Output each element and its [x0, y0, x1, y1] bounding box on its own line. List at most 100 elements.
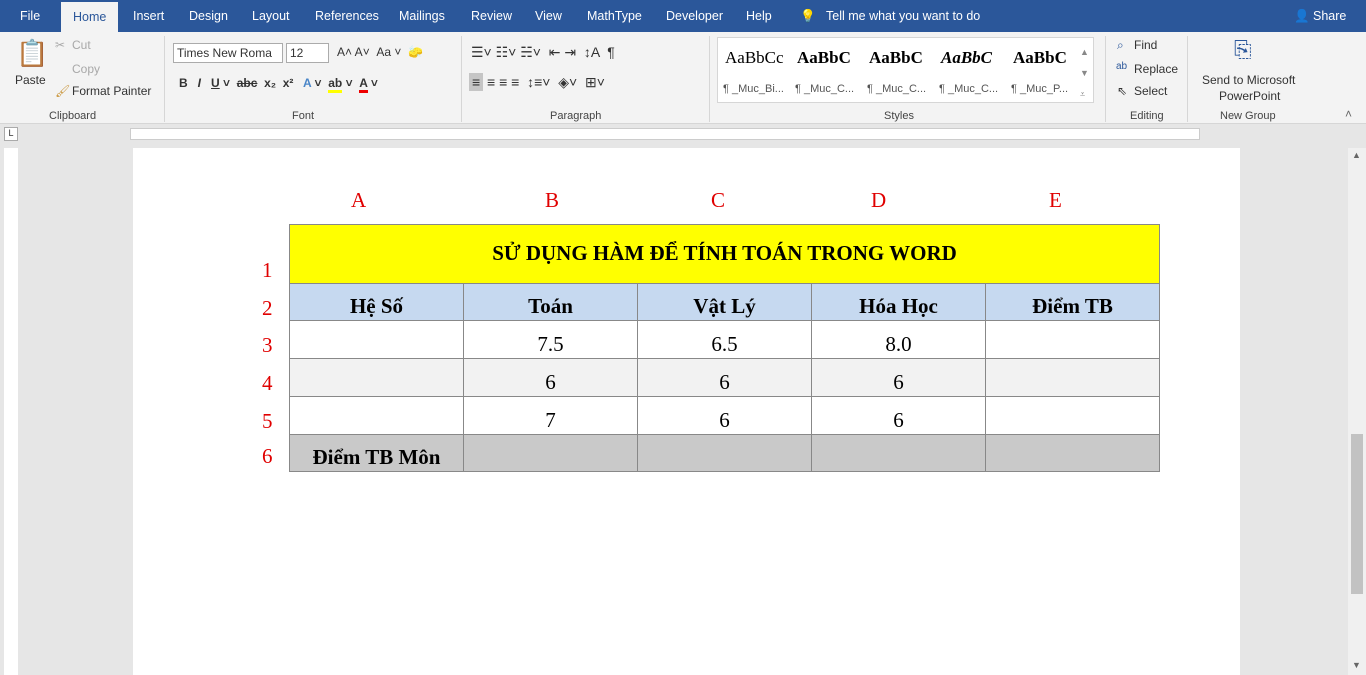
- paragraph-group-label: Paragraph: [550, 110, 602, 122]
- table-row: 7 6 6: [289, 396, 1160, 435]
- format-painter-icon: 🖌: [55, 84, 71, 98]
- style-label: ¶ _Muc_C...: [867, 83, 927, 95]
- cell[interactable]: 6: [637, 358, 812, 397]
- cell[interactable]: [289, 320, 464, 359]
- style-preview[interactable]: AaBbC: [1013, 48, 1067, 68]
- style-label: ¶ _Muc_P...: [1011, 83, 1069, 95]
- header-cell[interactable]: Hóa Học: [811, 283, 986, 321]
- format-buttons[interactable]: B I U ˅ abc x₂ x² A ˅ ab ˅ A ˅: [179, 76, 378, 93]
- table-header-row: Hệ Số Toán Vật Lý Hóa Học Điểm TB: [289, 283, 1160, 321]
- tab-home[interactable]: Home: [61, 2, 119, 32]
- grade-table[interactable]: SỬ DỤNG HÀM ĐỂ TÍNH TOÁN TRONG WORD Hệ S…: [289, 224, 1160, 472]
- cell[interactable]: 6.5: [637, 320, 812, 359]
- tab-review[interactable]: Review: [471, 9, 512, 23]
- style-preview[interactable]: AaBbC: [941, 48, 992, 68]
- share-button[interactable]: Share: [1313, 9, 1346, 23]
- header-cell[interactable]: Hệ Số: [289, 283, 464, 321]
- table-row: 6 6 6: [289, 358, 1160, 397]
- cell[interactable]: [289, 358, 464, 397]
- tab-help[interactable]: Help: [746, 9, 772, 23]
- column-label: A: [351, 188, 367, 212]
- list-buttons[interactable]: ☰˅ ☷˅ ☵˅ ⇤ ⇥ ↕A ¶: [471, 44, 615, 61]
- cell[interactable]: [289, 396, 464, 435]
- tab-mailings[interactable]: Mailings: [399, 9, 445, 23]
- column-label: B: [545, 188, 560, 212]
- editing-group-label: Editing: [1130, 110, 1164, 122]
- tab-mathtype[interactable]: MathType: [587, 9, 642, 23]
- cell[interactable]: [463, 434, 638, 472]
- tab-layout[interactable]: Layout: [252, 9, 290, 23]
- lightbulb-icon: 💡: [800, 9, 816, 23]
- header-cell[interactable]: Điểm TB: [985, 283, 1160, 321]
- style-preview[interactable]: AaBbCc: [725, 48, 784, 68]
- cell[interactable]: 7: [463, 396, 638, 435]
- styles-scroll[interactable]: ▲ ▼ ⩡: [1080, 42, 1089, 105]
- copy-button[interactable]: Copy: [72, 62, 100, 76]
- table-footer-row: Điểm TB Môn: [289, 434, 1160, 472]
- table-row: 7.5 6.5 8.0: [289, 320, 1160, 359]
- header-cell[interactable]: Vật Lý: [637, 283, 812, 321]
- paste-icon: 📋: [16, 38, 49, 68]
- tab-design[interactable]: Design: [189, 9, 228, 23]
- tab-file[interactable]: File: [20, 9, 40, 23]
- style-preview[interactable]: AaBbC: [869, 48, 923, 68]
- cell[interactable]: 6: [811, 358, 986, 397]
- align-buttons[interactable]: ≡ ≡ ≡ ≡ ↕≡˅ ◈˅ ⊞˅: [469, 73, 605, 91]
- cell[interactable]: 6: [637, 396, 812, 435]
- tab-insert[interactable]: Insert: [133, 9, 164, 23]
- cell[interactable]: [637, 434, 812, 472]
- select-icon: ⇖: [1117, 84, 1128, 98]
- font-group-label: Font: [292, 110, 315, 122]
- header-cell[interactable]: Toán: [463, 283, 638, 321]
- replace-button[interactable]: Replace: [1134, 62, 1178, 76]
- table-title[interactable]: SỬ DỤNG HÀM ĐỂ TÍNH TOÁN TRONG WORD: [289, 224, 1160, 284]
- style-preview[interactable]: AaBbC: [797, 48, 851, 68]
- footer-cell[interactable]: Điểm TB Môn: [289, 434, 464, 472]
- tab-references[interactable]: References: [315, 9, 379, 23]
- vertical-scrollbar[interactable]: ▲ ▼: [1348, 148, 1366, 675]
- scroll-up-icon[interactable]: ▲: [1352, 150, 1361, 160]
- clipboard-group-label: Clipboard: [49, 110, 97, 122]
- cell[interactable]: [985, 320, 1160, 359]
- row-label: 4: [262, 371, 273, 395]
- person-icon: 👤: [1294, 9, 1310, 23]
- style-label: ¶ _Muc_C...: [939, 83, 999, 95]
- font-size-select[interactable]: 12: [286, 43, 329, 63]
- style-label: ¶ _Muc_Bi...: [723, 83, 784, 95]
- send-to-powerpoint-button[interactable]: Send to Microsoft: [1202, 73, 1295, 87]
- styles-gallery: AaBbCc AaBbC AaBbC AaBbC AaBbC ¶ _Muc_Bi…: [717, 37, 1094, 103]
- style-label: ¶ _Muc_C...: [795, 83, 855, 95]
- send-to-powerpoint-label[interactable]: PowerPoint: [1219, 89, 1280, 103]
- scrollbar-thumb[interactable]: [1351, 434, 1363, 594]
- replace-icon: ab: [1116, 61, 1128, 72]
- find-button[interactable]: Find: [1134, 38, 1157, 52]
- cell[interactable]: [811, 434, 986, 472]
- font-name-select[interactable]: Times New Roma: [173, 43, 283, 63]
- scroll-down-icon[interactable]: ▼: [1352, 660, 1361, 670]
- cell[interactable]: 8.0: [811, 320, 986, 359]
- row-label: 5: [262, 409, 273, 433]
- format-painter-button[interactable]: Format Painter: [72, 84, 151, 98]
- font-size-buttons[interactable]: A˄ A˅ Aa ˅ 🧽: [337, 45, 423, 59]
- column-label: E: [1049, 188, 1062, 212]
- cell[interactable]: 6: [463, 358, 638, 397]
- horizontal-ruler[interactable]: L: [0, 124, 1366, 144]
- tab-selector[interactable]: L: [4, 127, 18, 141]
- cell[interactable]: 6: [811, 396, 986, 435]
- styles-group-label: Styles: [884, 110, 914, 122]
- select-button[interactable]: Select: [1134, 84, 1167, 98]
- powerpoint-icon: ⎘: [1234, 37, 1252, 62]
- paste-button[interactable]: Paste: [15, 73, 46, 87]
- new-group-label: New Group: [1220, 110, 1276, 122]
- tab-view[interactable]: View: [535, 9, 562, 23]
- cell[interactable]: [985, 396, 1160, 435]
- collapse-ribbon-icon[interactable]: ˄: [1345, 107, 1352, 121]
- tab-developer[interactable]: Developer: [666, 9, 723, 23]
- column-label: C: [711, 188, 726, 212]
- tell-me-search[interactable]: Tell me what you want to do: [826, 9, 980, 23]
- cut-button[interactable]: Cut: [72, 38, 91, 52]
- cell[interactable]: [985, 358, 1160, 397]
- cell[interactable]: 7.5: [463, 320, 638, 359]
- cell[interactable]: [985, 434, 1160, 472]
- row-label: 6: [262, 444, 273, 468]
